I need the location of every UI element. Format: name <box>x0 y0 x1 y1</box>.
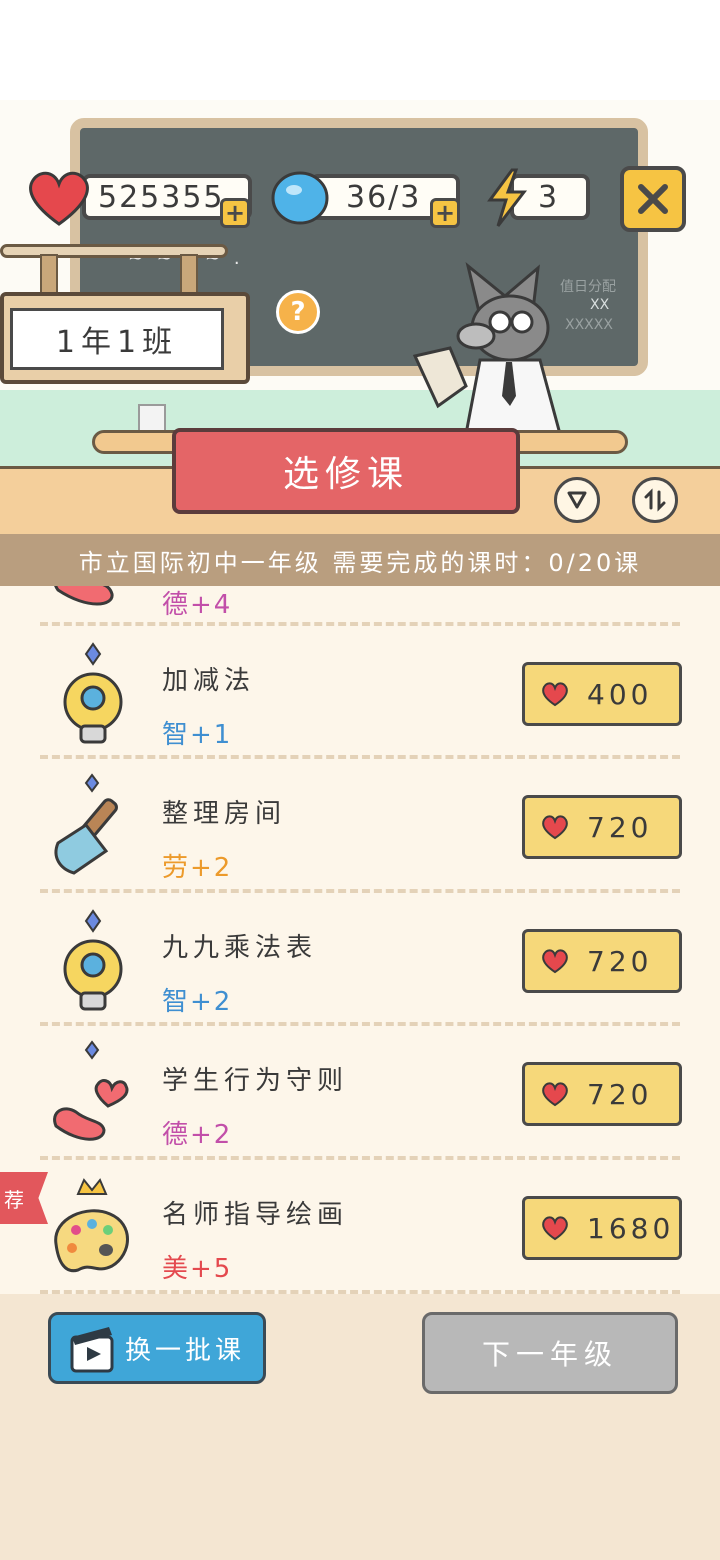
cup <box>138 404 166 432</box>
course-price: 720 <box>587 1077 653 1111</box>
course-price: 400 <box>587 677 653 711</box>
chalkboard-text-line2: XX <box>590 297 610 313</box>
next-grade-button[interactable]: 下一年级 <box>422 1312 678 1394</box>
refresh-courses-button[interactable]: 换一批课 <box>48 1312 266 1384</box>
lightning-icon <box>487 168 528 227</box>
course-list[interactable]: 德+4 加减法 智+1 400 整理房间 劳+2 720 九九乘法表 智+2 7… <box>0 586 720 1294</box>
course-price-button[interactable]: 1680 <box>522 1196 682 1260</box>
course-stat: 劳+2 <box>162 853 233 883</box>
class-label: 1年1班 <box>10 308 224 370</box>
video-clapper-icon <box>70 1327 114 1373</box>
top-area <box>0 0 720 100</box>
course-row: 名师指导绘画 美+5 1680 <box>0 1156 720 1289</box>
heart-icon <box>542 1216 568 1241</box>
course-name: 学生行为守则 <box>162 1066 349 1096</box>
course-name: 整理房间 <box>162 799 287 829</box>
heart-icon <box>542 682 568 707</box>
course-row: 德+4 <box>0 586 720 625</box>
course-row: 九九乘法表 智+2 720 <box>0 889 720 1022</box>
course-stat: 智+1 <box>162 720 233 750</box>
help-button[interactable]: ? <box>276 290 320 334</box>
course-price: 720 <box>587 810 653 844</box>
course-price: 720 <box>587 944 653 978</box>
close-icon <box>638 184 668 214</box>
grade-progress-text: 市立国际初中一年级 需要完成的课时：0/20课 <box>0 534 720 586</box>
row-separator <box>40 622 680 626</box>
wolf-teacher-character <box>412 262 562 434</box>
course-name: 九九乘法表 <box>162 933 318 963</box>
course-price-button[interactable]: 720 <box>522 795 682 859</box>
gems-value: 36/3 <box>346 179 422 215</box>
course-row: 学生行为守则 德+2 720 <box>0 1022 720 1155</box>
palette-icon <box>54 1178 129 1273</box>
close-button[interactable] <box>620 166 686 232</box>
energy-value: 3 <box>538 179 560 215</box>
add-gems-button[interactable]: + <box>430 198 460 228</box>
heart-icon <box>29 171 89 226</box>
row-separator <box>40 1156 680 1160</box>
course-row: 整理房间 劳+2 720 <box>0 755 720 888</box>
lightbulb-icon <box>63 642 123 744</box>
course-name: 名师指导绘画 <box>162 1200 349 1230</box>
row-separator <box>40 889 680 893</box>
hearts-icon <box>53 1040 129 1141</box>
filter-button[interactable] <box>554 477 600 523</box>
shovel-icon <box>54 773 118 875</box>
sort-button[interactable] <box>632 477 678 523</box>
course-name: 加减法 <box>162 666 256 696</box>
sort-icon <box>644 488 666 512</box>
course-stat: 美+5 <box>162 1254 233 1284</box>
course-price-button[interactable]: 400 <box>522 662 682 726</box>
lightbulb-icon <box>63 909 123 1011</box>
filter-icon <box>567 491 587 509</box>
course-price: 1680 <box>587 1211 675 1245</box>
course-row: 加减法 智+1 400 <box>0 622 720 755</box>
row-separator <box>40 1022 680 1026</box>
course-price-button[interactable]: 720 <box>522 1062 682 1126</box>
panel-title: 选修课 <box>172 428 520 514</box>
heart-icon <box>542 949 568 974</box>
hearts-icon <box>54 586 114 606</box>
heart-icon <box>542 815 568 840</box>
blue-gem-icon <box>271 171 329 225</box>
course-price-button[interactable]: 720 <box>522 929 682 993</box>
course-stat: 德+2 <box>162 1120 233 1150</box>
course-stat: 德+4 <box>162 590 233 620</box>
heart-icon <box>542 1082 568 1107</box>
add-hearts-button[interactable]: + <box>220 198 250 228</box>
refresh-courses-label: 换一批课 <box>124 1335 245 1366</box>
hearts-value: 525355 <box>98 179 225 215</box>
course-stat: 智+2 <box>162 987 233 1017</box>
row-separator <box>40 755 680 759</box>
